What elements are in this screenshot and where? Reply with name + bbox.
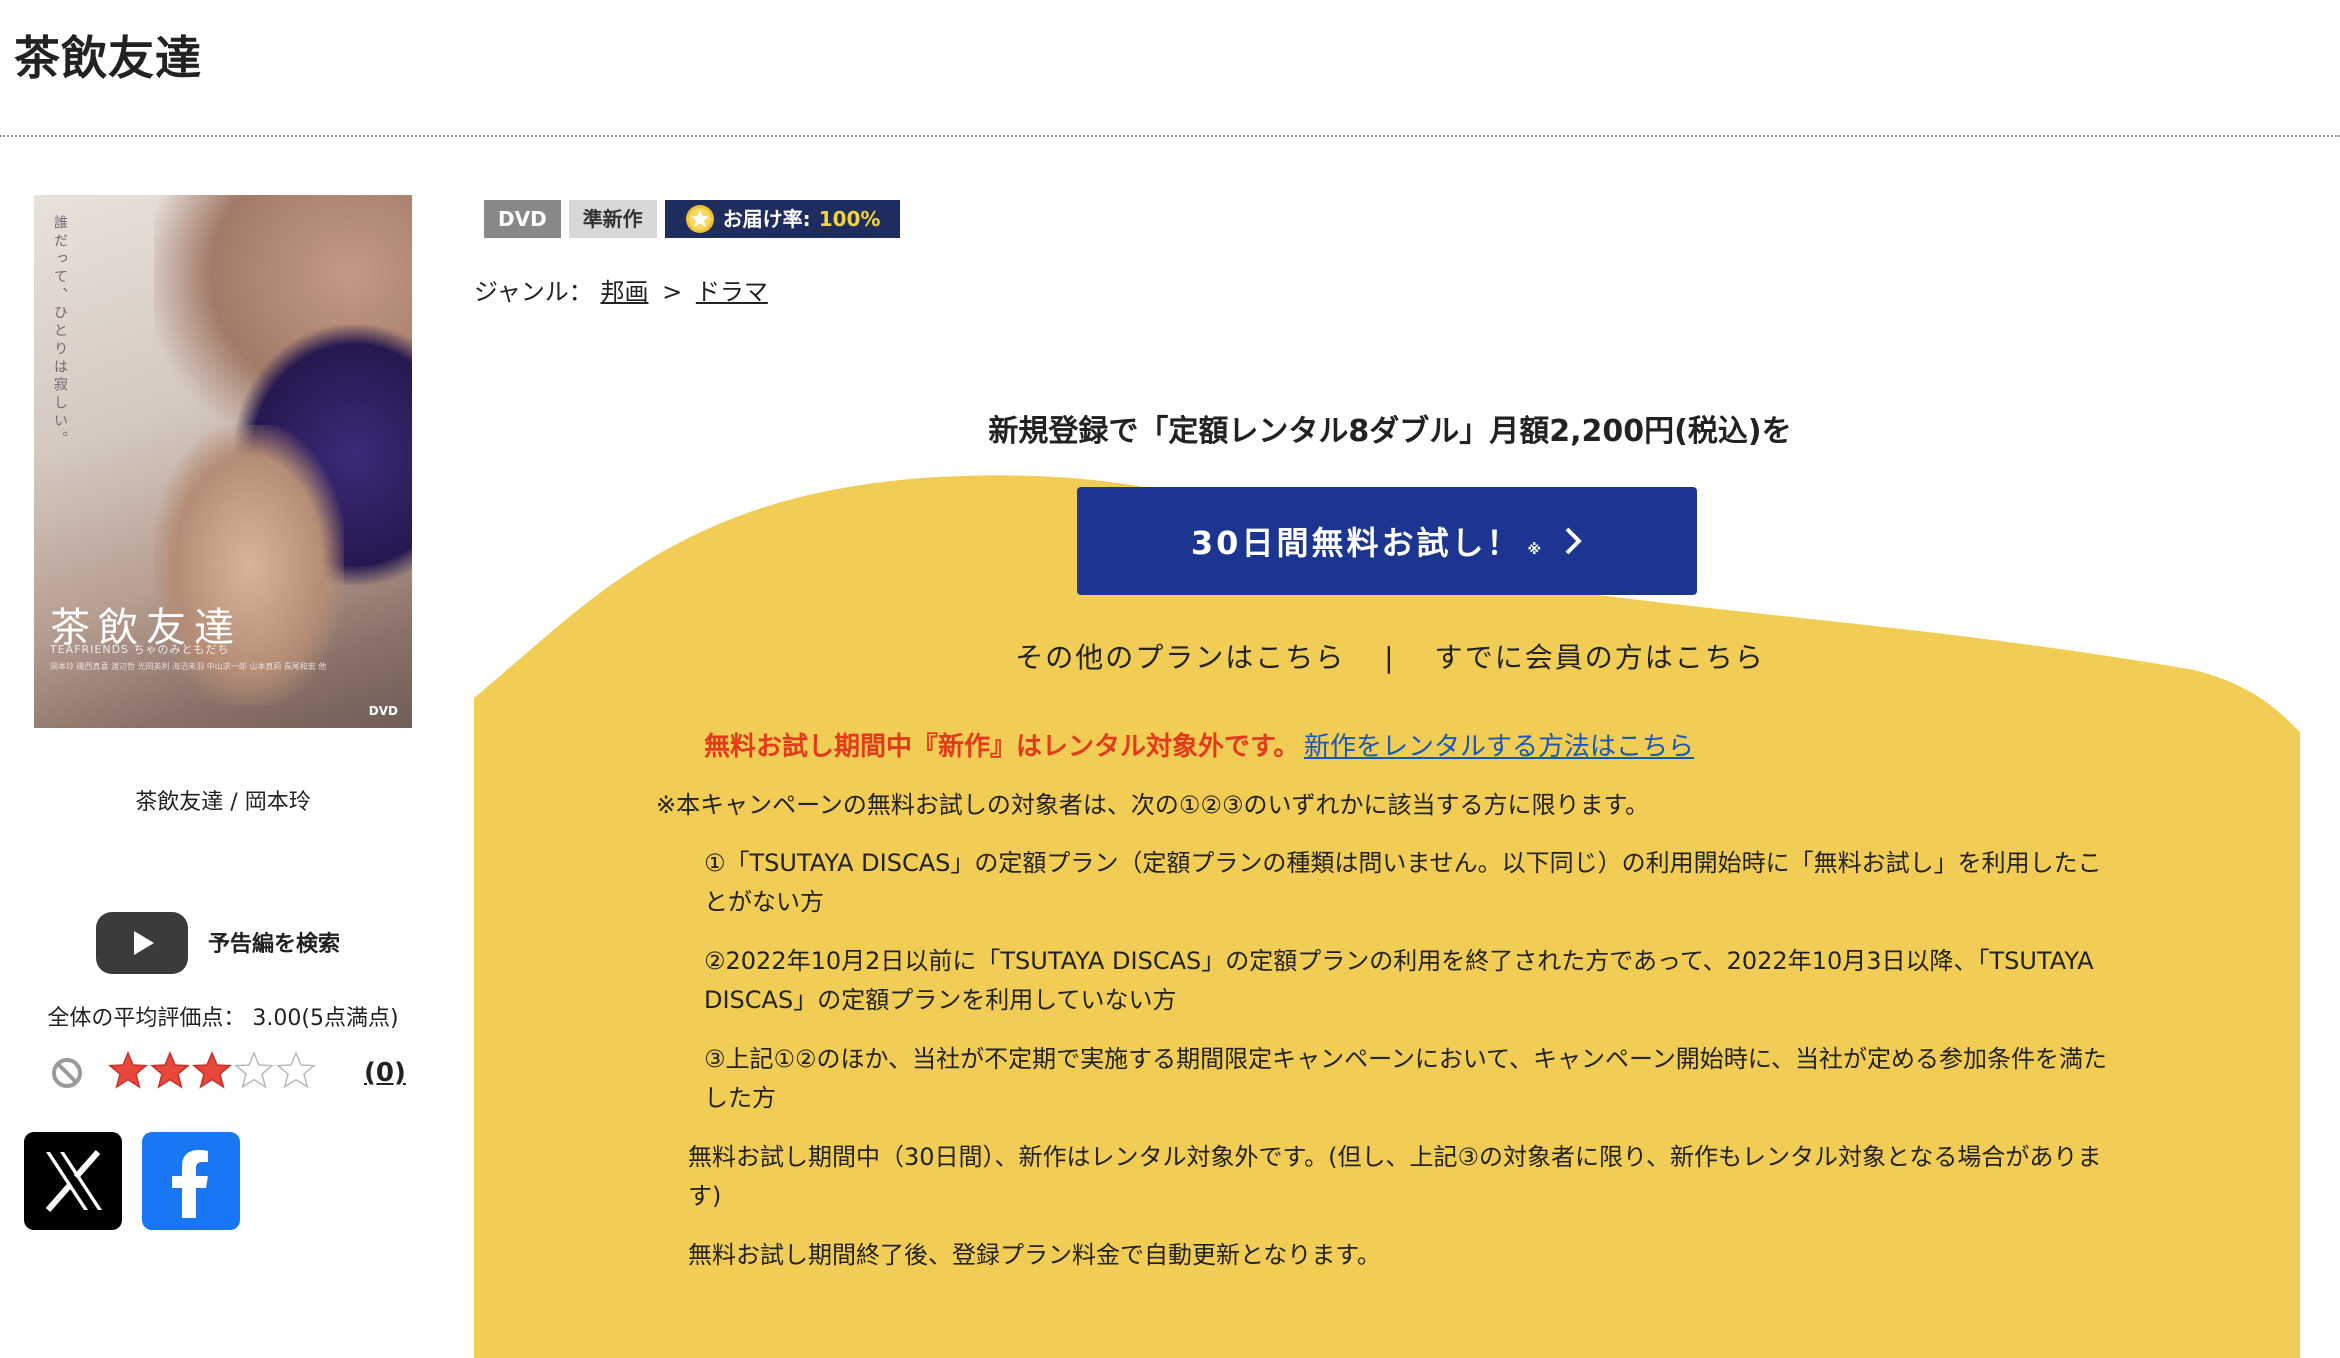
free-trial-note: ※ <box>1527 542 1542 558</box>
badge-row: DVD 準新作 お届け率: 100% <box>484 200 901 238</box>
movie-poster[interactable]: 誰だって、ひとりは寂しい。 茶飲友達 TEAFRIENDS ちゃのみともだち 岡… <box>34 195 412 728</box>
trailer-search-label[interactable]: 予告編を検索 <box>208 926 340 958</box>
free-trial-button[interactable]: 30日間無料お試し！ ※ <box>1077 487 1697 595</box>
free-trial-label: 30日間無料お試し！ <box>1190 524 1522 562</box>
eligibility-intro: ※本キャンペーンの無料お試しの対象者は、次の①②③のいずれかに該当する方に限りま… <box>656 791 1650 819</box>
title-divider <box>0 135 2340 137</box>
play-icon <box>134 931 154 955</box>
trailer-search-button[interactable] <box>96 912 188 974</box>
delivery-rate-value: 100% <box>818 207 881 231</box>
other-plans-link[interactable]: その他のプランはこちら <box>1015 641 1345 674</box>
genre-link-houga[interactable]: 邦画 <box>600 278 648 306</box>
star-icon[interactable] <box>234 1050 274 1090</box>
links-divider: | <box>1384 641 1396 674</box>
chevron-right-icon <box>1565 527 1582 555</box>
page-title: 茶飲友達 <box>14 31 202 85</box>
star-medal-icon <box>685 205 714 233</box>
ban-icon[interactable] <box>50 1056 84 1094</box>
poster-dvd-mark: DVD <box>368 704 398 718</box>
campaign-lead: 新規登録で「定額レンタル8ダブル」月額2,200円(税込)を <box>988 414 1792 449</box>
star-icon[interactable] <box>192 1050 232 1090</box>
eligibility-condition-2: ②2022年10月2日以前に「TSUTAYA DISCAS」の定額プランの利用を… <box>704 947 2094 1014</box>
poster-tagline: 誰だって、ひとりは寂しい。 <box>52 215 68 449</box>
poster-subtitle: TEAFRIENDS ちゃのみともだち <box>50 643 230 656</box>
trial-note-1: 無料お試し期間中（30日間）、新作はレンタル対象外です。(但し、上記③の対象者に… <box>688 1143 2102 1210</box>
plan-links: その他のプランはこちら | すでに会員の方はこちら <box>474 636 2306 676</box>
star-icon[interactable] <box>276 1050 316 1090</box>
title-cast-caption: 茶飲友達 / 岡本玲 <box>135 790 311 815</box>
delivery-rate-badge: お届け率: 100% <box>664 200 901 238</box>
average-rating-text: 全体の平均評価点： 3.00(5点満点) <box>47 1006 399 1031</box>
genre-link-drama[interactable]: ドラマ <box>696 278 768 306</box>
genre-label: ジャンル： <box>474 278 593 306</box>
eligibility-condition-1: ①「TSUTAYA DISCAS」の定額プラン（定額プランの種類は問いません。以… <box>704 849 2102 916</box>
facebook-logo-icon <box>172 1150 208 1218</box>
delivery-rate-label: お届け率: <box>722 207 811 231</box>
member-login-link[interactable]: すでに会員の方はこちら <box>1434 641 1764 674</box>
new-release-warning: 無料お試し期間中『新作』はレンタル対象外です。 <box>704 732 1300 762</box>
x-share-button[interactable] <box>24 1132 122 1230</box>
star-icon[interactable] <box>150 1050 190 1090</box>
format-badge: DVD <box>484 200 561 238</box>
review-count-link[interactable]: (0) <box>364 1058 406 1088</box>
facebook-share-button[interactable] <box>142 1132 240 1230</box>
poster-credits: 岡本玲 磯西真喜 渡辺哲 光岡英利 海沼未羽 中山求一郎 山本真莉 長尾和宏 他 <box>50 662 327 671</box>
status-badge: 準新作 <box>568 200 657 238</box>
eligibility-condition-3: ③上記①②のほか、当社が不定期で実施する期間限定キャンペーンにおいて、キャンペー… <box>704 1045 2108 1112</box>
star-icon[interactable] <box>108 1050 148 1090</box>
new-release-rental-link[interactable]: 新作をレンタルする方法はこちら <box>1304 726 1694 763</box>
x-logo-icon <box>45 1150 102 1212</box>
genre-breadcrumb: ジャンル： 邦画 > ドラマ <box>474 272 768 307</box>
rating-stars[interactable] <box>108 1050 316 1090</box>
trial-note-2: 無料お試し期間終了後、登録プラン料金で自動更新となります。 <box>688 1241 1381 1269</box>
genre-separator: > <box>662 278 683 306</box>
